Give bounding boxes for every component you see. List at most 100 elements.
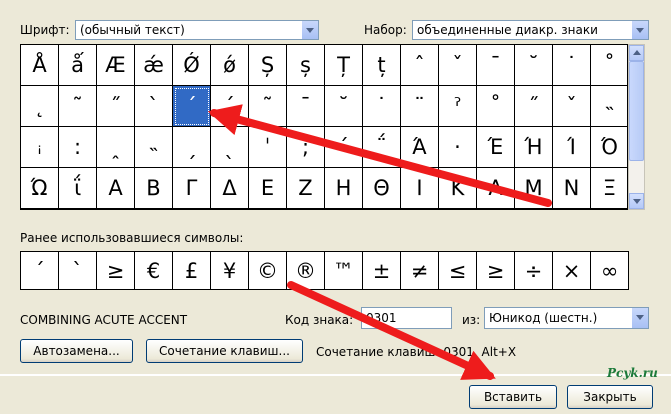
- symbol-cell[interactable]: ΅: [363, 127, 401, 168]
- recent-symbol-cell[interactable]: £: [173, 252, 211, 289]
- symbol-cell[interactable]: Ǿ: [173, 45, 211, 86]
- recent-symbol-cell[interactable]: `: [59, 252, 97, 289]
- from-label: из:: [462, 313, 481, 327]
- symbol-cell[interactable]: Å: [21, 45, 59, 86]
- symbol-cell[interactable]: Γ: [173, 168, 211, 209]
- symbol-cell[interactable]: ˚: [591, 45, 629, 86]
- symbol-cell[interactable]: ꞉: [59, 127, 97, 168]
- symbol-cell[interactable]: ǻ: [59, 45, 97, 86]
- symbol-cell[interactable]: ˵: [135, 127, 173, 168]
- recent-symbol-cell[interactable]: ±: [363, 252, 401, 289]
- autocorrect-button[interactable]: Автозамена...: [20, 339, 133, 363]
- chevron-down-icon[interactable]: [631, 308, 648, 328]
- from-combo[interactable]: Юникод (шестн.): [484, 307, 649, 329]
- code-field[interactable]: 0301: [361, 307, 452, 329]
- symbol-cell[interactable]: Ή: [515, 127, 553, 168]
- symbol-cell[interactable]: ˵: [591, 86, 629, 127]
- divider: [0, 374, 671, 376]
- symbol-cell[interactable]: ˉ: [287, 86, 325, 127]
- symbol-cell[interactable]: Ε: [249, 168, 287, 209]
- chevron-down-icon[interactable]: [301, 21, 318, 39]
- symbol-cell[interactable]: ˊ: [211, 86, 249, 127]
- symbol-cell-selected[interactable]: ˊ: [173, 86, 211, 127]
- symbol-cell[interactable]: ˆ: [401, 45, 439, 86]
- symbol-cell[interactable]: Μ: [515, 168, 553, 209]
- symbol-cell[interactable]: ˝: [515, 86, 553, 127]
- symbol-cell[interactable]: ·: [439, 127, 477, 168]
- symbol-cell[interactable]: Δ: [211, 168, 249, 209]
- symbol-cell[interactable]: Η: [325, 168, 363, 209]
- recent-label: Ранее использовавшиеся символы:: [20, 231, 244, 245]
- watermark-logo: Pcyk.ru: [607, 366, 658, 380]
- insert-button[interactable]: Вставить: [469, 385, 557, 409]
- symbol-cell[interactable]: Λ: [477, 168, 515, 209]
- grid-scrollbar[interactable]: [628, 44, 645, 210]
- symbol-cell[interactable]: Ά: [401, 127, 439, 168]
- symbol-cell[interactable]: ꞈ: [97, 127, 135, 168]
- symbol-cell[interactable]: Ώ: [21, 168, 59, 209]
- scroll-up-icon[interactable]: [629, 45, 644, 61]
- symbol-cell[interactable]: Ζ: [287, 168, 325, 209]
- symbol-cell[interactable]: ΐ: [59, 168, 97, 209]
- symbol-cell[interactable]: ΄: [325, 127, 363, 168]
- symbol-cell[interactable]: Ț: [325, 45, 363, 86]
- symbol-cell[interactable]: ꜟ: [21, 127, 59, 168]
- recent-symbol-cell[interactable]: ≤: [439, 252, 477, 289]
- symbol-cell[interactable]: Έ: [477, 127, 515, 168]
- symbol-cell[interactable]: Ξ: [591, 168, 629, 209]
- recent-symbol-cell[interactable]: ×: [553, 252, 591, 289]
- scroll-thumb[interactable]: [629, 61, 644, 161]
- symbol-cell[interactable]: ˎ: [211, 127, 249, 168]
- symbol-cell[interactable]: ;: [287, 127, 325, 168]
- symbol-cell[interactable]: ț: [363, 45, 401, 86]
- symbol-cell[interactable]: ˇ: [439, 45, 477, 86]
- symbol-cell[interactable]: ˋ: [135, 86, 173, 127]
- recent-symbol-cell[interactable]: ™: [325, 252, 363, 289]
- symbol-cell[interactable]: ǽ: [135, 45, 173, 86]
- symbol-cell[interactable]: ˚: [477, 86, 515, 127]
- symbol-cell[interactable]: ˉ: [477, 45, 515, 86]
- symbol-cell[interactable]: Θ: [363, 168, 401, 209]
- symbol-cell[interactable]: ˜: [249, 86, 287, 127]
- symbol-cell[interactable]: Α: [97, 168, 135, 209]
- close-button[interactable]: Закрыть: [567, 385, 653, 409]
- symbol-cell[interactable]: ˙: [363, 86, 401, 127]
- subset-combo[interactable]: объединенные диакр. знаки: [412, 20, 649, 40]
- recent-symbol-cell[interactable]: ©: [249, 252, 287, 289]
- recent-symbol-cell[interactable]: ≠: [401, 252, 439, 289]
- recent-symbol-cell[interactable]: ´: [21, 252, 59, 289]
- symbol-cell[interactable]: Κ: [439, 168, 477, 209]
- recent-symbol-cell[interactable]: ÷: [515, 252, 553, 289]
- symbol-cell[interactable]: ˛: [21, 86, 59, 127]
- scroll-down-icon[interactable]: [629, 193, 644, 209]
- symbol-cell[interactable]: Æ: [97, 45, 135, 86]
- symbol-cell[interactable]: Β: [135, 168, 173, 209]
- symbol-cell[interactable]: ˘: [325, 86, 363, 127]
- symbol-cell[interactable]: Ί: [553, 127, 591, 168]
- symbol-cell[interactable]: ˝: [97, 86, 135, 127]
- symbol-cell[interactable]: Ι: [401, 168, 439, 209]
- symbol-cell[interactable]: ˜: [59, 86, 97, 127]
- symbol-cell[interactable]: ș: [287, 45, 325, 86]
- symbol-cell[interactable]: ˏ: [173, 127, 211, 168]
- font-combo[interactable]: (обычный текст): [75, 20, 319, 40]
- symbol-cell[interactable]: ǿ: [211, 45, 249, 86]
- symbol-cell[interactable]: ˈ: [249, 127, 287, 168]
- recent-symbol-cell[interactable]: ≥: [477, 252, 515, 289]
- recent-symbol-cell[interactable]: ®: [287, 252, 325, 289]
- symbol-cell[interactable]: Ș: [249, 45, 287, 86]
- recent-symbol-cell[interactable]: ≥: [97, 252, 135, 289]
- chevron-down-icon[interactable]: [631, 21, 648, 39]
- char-name: COMBINING ACUTE ACCENT: [20, 313, 188, 327]
- recent-symbol-cell[interactable]: ¥: [211, 252, 249, 289]
- recent-symbol-cell[interactable]: €: [135, 252, 173, 289]
- symbol-cell[interactable]: Ό: [591, 127, 629, 168]
- symbol-cell[interactable]: ˇ: [553, 86, 591, 127]
- symbol-cell[interactable]: Ν: [553, 168, 591, 209]
- symbol-cell[interactable]: ¨: [401, 86, 439, 127]
- symbol-cell[interactable]: ˀ: [439, 86, 477, 127]
- recent-symbol-cell[interactable]: ∞: [591, 252, 629, 289]
- shortcut-key-button[interactable]: Сочетание клавиш...: [146, 339, 303, 363]
- symbol-cell[interactable]: ˘: [515, 45, 553, 86]
- symbol-cell[interactable]: ˙: [553, 45, 591, 86]
